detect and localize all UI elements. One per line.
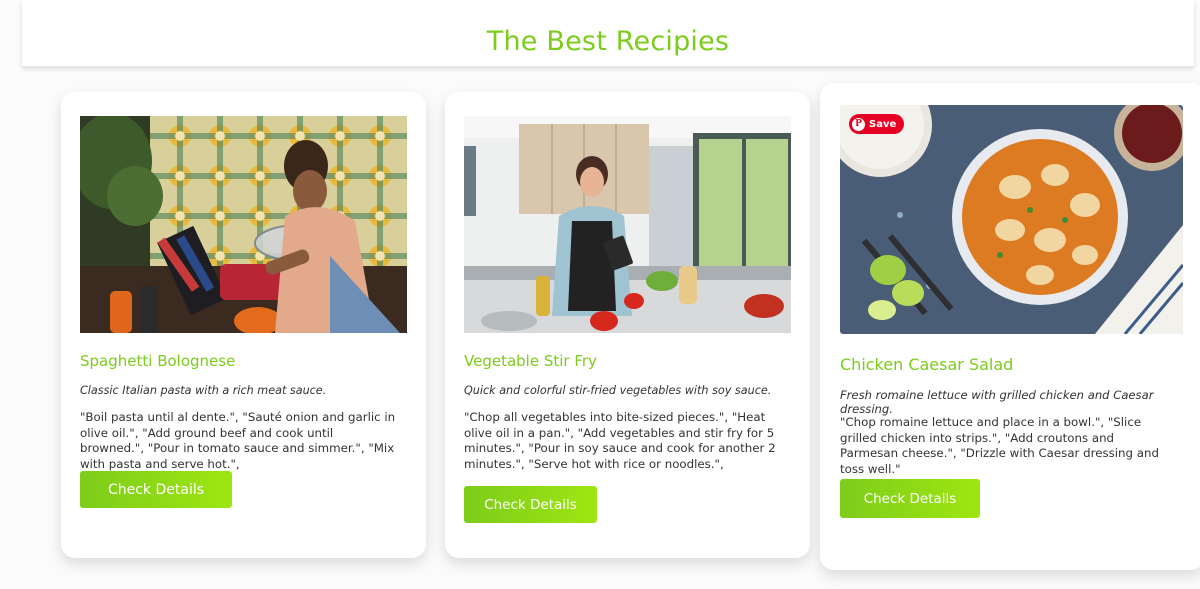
page-title: The Best Recipies bbox=[486, 25, 730, 57]
recipe-steps: "Chop romaine lettuce and place in a bow… bbox=[840, 415, 1159, 476]
chicken-curry-bowl-image bbox=[840, 105, 1183, 334]
recipe-steps: "Chop all vegetables into bite-sized pie… bbox=[464, 410, 776, 471]
recipe-steps: "Boil pasta until al dente.", "Sauté oni… bbox=[80, 410, 396, 471]
woman-cooking-pasta-image bbox=[80, 116, 407, 333]
woman-with-tablet-kitchen-image bbox=[464, 116, 791, 333]
recipe-title: Vegetable Stir Fry bbox=[464, 352, 597, 370]
recipe-description: Classic Italian pasta with a rich meat s… bbox=[80, 384, 327, 397]
recipe-description: Fresh romaine lettuce with grilled chick… bbox=[840, 388, 1154, 416]
recipe-description: Quick and colorful stir-fried vegetables… bbox=[464, 384, 772, 397]
recipe-image bbox=[80, 116, 407, 333]
pinterest-icon: P bbox=[852, 117, 865, 131]
check-details-button[interactable]: Check Details bbox=[840, 479, 980, 518]
pinterest-save-button[interactable]: P Save bbox=[849, 114, 905, 134]
recipe-card-chicken-caesar-salad: P Save Chicken Caesar Salad Fresh romain… bbox=[820, 83, 1200, 570]
recipe-image bbox=[464, 116, 791, 333]
check-details-button[interactable]: Check Details bbox=[464, 486, 597, 523]
recipe-title: Spaghetti Bolognese bbox=[80, 352, 236, 370]
page: The Best Recipies Spaghetti Bolognese Cl… bbox=[0, 0, 1200, 589]
page-header: The Best Recipies bbox=[22, 0, 1194, 67]
recipe-image: P Save bbox=[840, 105, 1183, 334]
recipe-card-vegetable-stir-fry: Vegetable Stir Fry Quick and colorful st… bbox=[445, 92, 810, 558]
check-details-button[interactable]: Check Details bbox=[80, 471, 232, 508]
recipe-title: Chicken Caesar Salad bbox=[840, 355, 1014, 374]
recipe-card-spaghetti-bolognese: Spaghetti Bolognese Classic Italian past… bbox=[61, 92, 426, 558]
save-label: Save bbox=[869, 118, 897, 130]
